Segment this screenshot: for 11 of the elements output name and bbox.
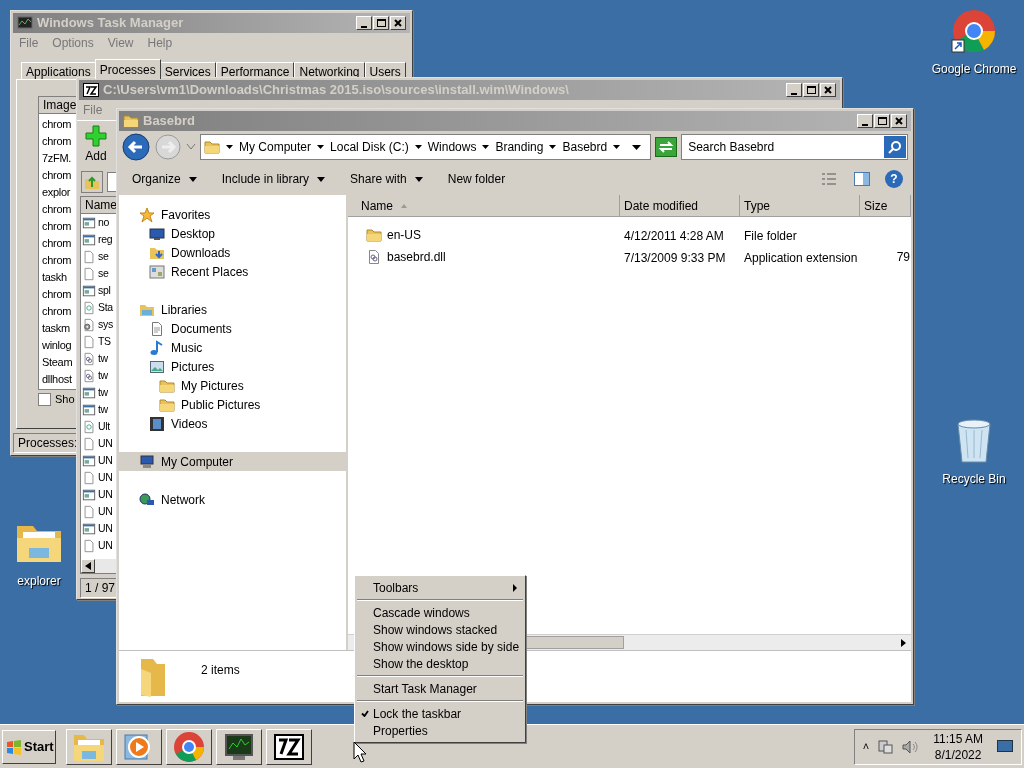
file-size: 79	[896, 249, 910, 266]
window-title: C:\Users\vm1\Downloads\Christmas 2015.iso\sources\install.wim\Windows\	[103, 81, 570, 100]
item-count: 2 items	[201, 662, 240, 679]
date-modified: 4/12/2011 4:28 AM	[624, 229, 724, 243]
status-text: Processes:	[18, 435, 78, 452]
file-type: File folder	[744, 229, 797, 243]
window-title: Windows Task Manager	[37, 14, 185, 33]
date-modified: 7/13/2009 9:33 PM	[624, 251, 726, 265]
window-title: Basebrd	[143, 112, 197, 131]
status-text: 1 / 97	[85, 580, 116, 597]
file-type: Application extension	[744, 251, 858, 265]
